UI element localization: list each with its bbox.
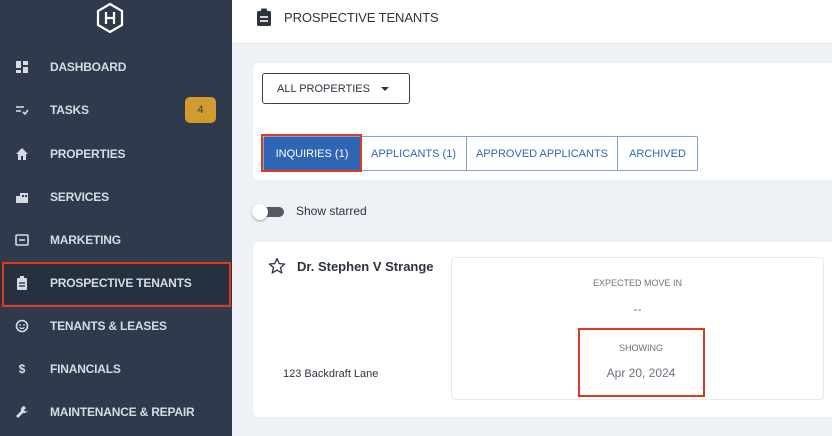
sidebar-item-properties[interactable]: PROPERTIES	[0, 133, 232, 175]
page-header: PROSPECTIVE TENANTS	[232, 0, 832, 44]
sidebar-item-tenants-leases[interactable]: TENANTS & LEASES	[0, 305, 232, 347]
dashboard-icon	[14, 59, 30, 75]
show-starred-label: Show starred	[296, 204, 367, 218]
home-icon	[14, 146, 30, 162]
tenant-name[interactable]: Dr. Stephen V Strange	[297, 259, 434, 274]
sidebar-item-marketing[interactable]: MARKETING	[0, 219, 232, 261]
sidebar-item-maintenance-repair[interactable]: MAINTENANCE & REPAIR	[0, 391, 232, 433]
tab-approved-applicants[interactable]: APPROVED APPLICANTS	[467, 137, 618, 170]
sidebar-item-label: MARKETING	[50, 233, 121, 247]
status-tabs: INQUIRIES (1) APPLICANTS (1) APPROVED AP…	[263, 136, 698, 171]
sidebar-item-dashboard[interactable]: DASHBOARD	[0, 46, 232, 88]
tab-inquiries[interactable]: INQUIRIES (1)	[264, 137, 361, 170]
sidebar-item-label: DASHBOARD	[50, 60, 127, 74]
page-title: PROSPECTIVE TENANTS	[284, 10, 439, 25]
toggle-knob	[252, 204, 268, 220]
sidebar-item-label: MAINTENANCE & REPAIR	[50, 405, 195, 419]
sidebar-item-label: TASKS	[50, 103, 89, 117]
sidebar-item-label: SERVICES	[50, 190, 109, 204]
showing-date: Apr 20, 2024	[606, 366, 676, 380]
tab-archived[interactable]: ARCHIVED	[618, 137, 697, 170]
sidebar-item-label: FINANCIALS	[50, 362, 121, 376]
sidebar: DASHBOARD TASKS 4 PROPERTIES SERVICES MA…	[0, 0, 232, 436]
tab-applicants[interactable]: APPLICANTS (1)	[361, 137, 467, 170]
property-filter-dropdown[interactable]: ALL PROPERTIES	[262, 73, 410, 104]
marketing-icon	[14, 232, 30, 248]
expected-move-in-value: --	[633, 302, 642, 316]
property-filter-value: ALL PROPERTIES	[277, 82, 370, 95]
caret-down-icon	[381, 87, 389, 91]
sidebar-item-financials[interactable]: $ FINANCIALS	[0, 348, 232, 390]
sidebar-item-label: PROPERTIES	[50, 147, 126, 161]
tenants-icon	[14, 318, 30, 334]
sidebar-item-label: TENANTS & LEASES	[50, 319, 167, 333]
tenant-address: 123 Backdraft Lane	[283, 368, 379, 380]
sidebar-item-services[interactable]: SERVICES	[0, 176, 232, 218]
tasks-icon	[14, 102, 30, 118]
wrench-icon	[14, 404, 30, 420]
services-icon	[14, 189, 30, 205]
sidebar-item-label: PROSPECTIVE TENANTS	[50, 276, 192, 290]
showing-label: SHOWING	[619, 343, 663, 353]
logo-icon[interactable]	[92, 2, 128, 34]
clipboard-icon	[14, 275, 30, 291]
star-icon[interactable]	[268, 257, 286, 275]
sidebar-item-tasks[interactable]: TASKS 4	[0, 89, 232, 131]
clipboard-icon	[256, 8, 272, 26]
show-starred-toggle[interactable]	[252, 204, 284, 220]
tasks-count-badge: 4	[185, 97, 216, 123]
sidebar-item-prospective-tenants[interactable]: PROSPECTIVE TENANTS	[0, 262, 232, 304]
dollar-icon: $	[18, 362, 26, 376]
expected-move-in-label: EXPECTED MOVE IN	[592, 278, 682, 288]
